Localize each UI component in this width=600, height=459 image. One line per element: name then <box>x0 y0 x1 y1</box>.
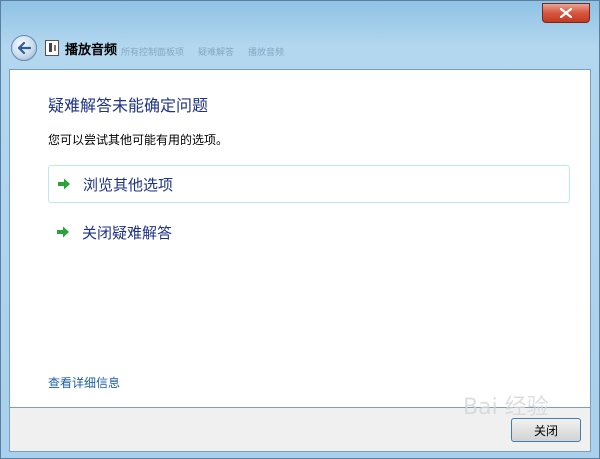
view-details-link[interactable]: 查看详细信息 <box>48 374 120 391</box>
troubleshooter-window: 播放音频 所有控制面板项 疑难解答 播放音频 疑难解答未能确定问题 您可以尝试其… <box>0 0 600 459</box>
option-label: 浏览其他选项 <box>83 175 174 194</box>
breadcrumb-item[interactable]: 所有控制面板项 <box>121 45 184 59</box>
option-close-troubleshooter[interactable]: 关闭疑难解答 <box>48 213 570 251</box>
content-panel: 疑难解答未能确定问题 您可以尝试其他可能有用的选项。 浏览其他选项 关闭疑难解答… <box>9 69 591 408</box>
close-x-icon <box>560 8 572 18</box>
close-button[interactable]: 关闭 <box>511 418 581 442</box>
green-arrow-icon <box>58 178 70 190</box>
window-close-button[interactable] <box>542 3 590 23</box>
window-title: 播放音频 <box>65 43 118 58</box>
back-arrow-icon <box>17 42 31 54</box>
back-button[interactable] <box>11 35 37 61</box>
watermark: Bai 经验 <box>463 395 549 420</box>
option-browse-other[interactable]: 浏览其他选项 <box>48 165 570 203</box>
breadcrumb-item[interactable]: 疑难解答 <box>198 45 234 59</box>
audio-troubleshooter-icon <box>45 40 59 56</box>
title-bar: 播放音频 所有控制面板项 疑难解答 播放音频 <box>1 1 599 71</box>
page-description: 您可以尝试其他可能有用的选项。 <box>48 133 229 147</box>
breadcrumb: 所有控制面板项 疑难解答 播放音频 <box>121 45 284 59</box>
breadcrumb-item[interactable]: 播放音频 <box>248 45 284 59</box>
option-label: 关闭疑难解答 <box>82 223 173 242</box>
green-arrow-icon <box>57 226 69 238</box>
page-title: 疑难解答未能确定问题 <box>48 96 209 115</box>
